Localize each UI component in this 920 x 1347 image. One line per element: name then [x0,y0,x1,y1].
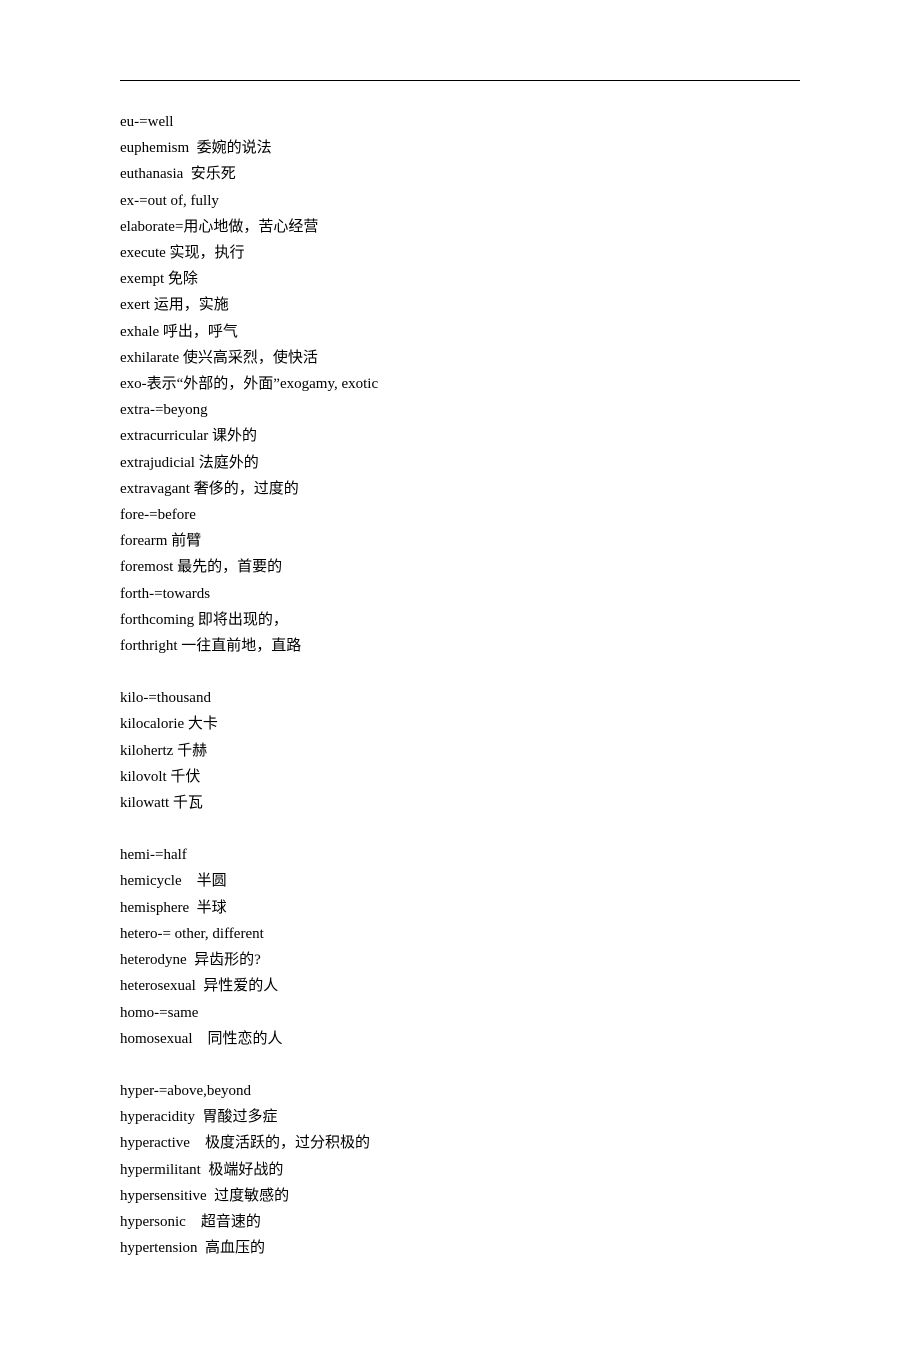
vocab-line: hypersensitive 过度敏感的 [120,1183,800,1209]
vocab-line: hemi-=half [120,842,800,868]
vocab-line: kilo-=thousand [120,685,800,711]
vocab-line: homosexual 同性恋的人 [120,1026,800,1052]
vocab-line: extra-=beyong [120,397,800,423]
vocab-line: exo-表示“外部的，外面”exogamy, exotic [120,371,800,397]
vocab-line: exert 运用，实施 [120,292,800,318]
vocab-line: extracurricular 课外的 [120,423,800,449]
vocab-line: hypermilitant 极端好战的 [120,1157,800,1183]
vocab-line: eu-=well [120,109,800,135]
vocab-line: exhilarate 使兴高采烈，使快活 [120,345,800,371]
vocab-line: forth-=towards [120,581,800,607]
vocab-line: elaborate=用心地做，苦心经营 [120,214,800,240]
vocab-line: extravagant 奢侈的，过度的 [120,476,800,502]
vocab-group: kilo-=thousandkilocalorie 大卡kilohertz 千赫… [120,685,800,816]
vocab-line: euthanasia 安乐死 [120,161,800,187]
vocab-line: fore-=before [120,502,800,528]
header-rule [120,80,800,81]
vocab-line: execute 实现，执行 [120,240,800,266]
vocab-line: kilowatt 千瓦 [120,790,800,816]
vocab-line: heterosexual 异性爱的人 [120,973,800,999]
vocab-line: hetero-= other, different [120,921,800,947]
vocab-group: eu-=welleuphemism 委婉的说法euthanasia 安乐死ex-… [120,109,800,659]
vocab-line: extrajudicial 法庭外的 [120,450,800,476]
vocab-line: homo-=same [120,1000,800,1026]
vocab-group: hyper-=above,beyondhyperacidity 胃酸过多症hyp… [120,1078,800,1261]
vocab-line: kilocalorie 大卡 [120,711,800,737]
vocab-line: forearm 前臂 [120,528,800,554]
vocab-line: hemicycle 半圆 [120,868,800,894]
document-page: eu-=welleuphemism 委婉的说法euthanasia 安乐死ex-… [0,0,920,1347]
vocab-line: hyperacidity 胃酸过多症 [120,1104,800,1130]
vocab-line: hyper-=above,beyond [120,1078,800,1104]
vocab-line: exhale 呼出，呼气 [120,319,800,345]
vocab-line: kilovolt 千伏 [120,764,800,790]
vocab-group: hemi-=halfhemicycle 半圆hemisphere 半球heter… [120,842,800,1052]
vocab-line: forthright 一往直前地，直路 [120,633,800,659]
vocab-line: hyperactive 极度活跃的，过分积极的 [120,1130,800,1156]
content-body: eu-=welleuphemism 委婉的说法euthanasia 安乐死ex-… [120,109,800,1261]
vocab-line: euphemism 委婉的说法 [120,135,800,161]
vocab-line: foremost 最先的，首要的 [120,554,800,580]
vocab-line: forthcoming 即将出现的， [120,607,800,633]
vocab-line: hypersonic 超音速的 [120,1209,800,1235]
vocab-line: exempt 免除 [120,266,800,292]
vocab-line: ex-=out of, fully [120,188,800,214]
vocab-line: kilohertz 千赫 [120,738,800,764]
vocab-line: heterodyne 异齿形的? [120,947,800,973]
vocab-line: hypertension 高血压的 [120,1235,800,1261]
vocab-line: hemisphere 半球 [120,895,800,921]
